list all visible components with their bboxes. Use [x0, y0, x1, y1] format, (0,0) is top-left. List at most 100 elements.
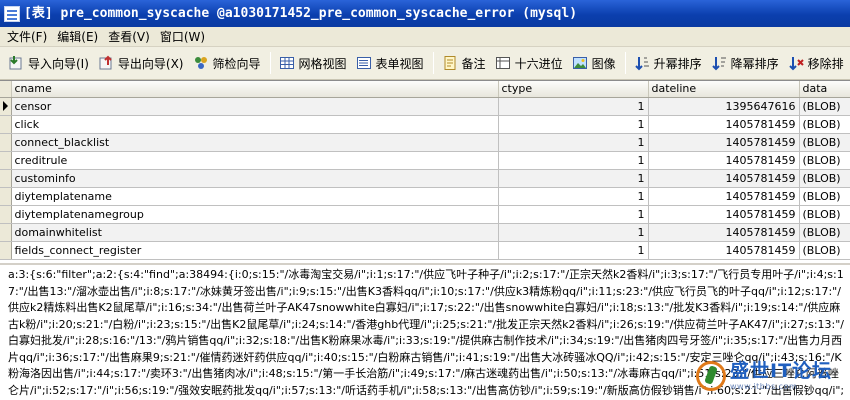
export-wizard-button[interactable]: 导出向导(X)	[94, 51, 188, 75]
cell-dateline[interactable]: 1405781459	[648, 169, 800, 188]
column-header-dateline[interactable]: dateline	[648, 81, 800, 98]
row-selector[interactable]	[0, 169, 12, 188]
cell-data[interactable]: (BLOB)	[799, 133, 850, 152]
sort-descending-button[interactable]: 降幂排序	[707, 51, 783, 75]
form-icon	[356, 55, 372, 71]
sort-descending-icon	[711, 55, 727, 71]
cell-cname[interactable]: censor	[11, 97, 499, 116]
table-row[interactable]: domainwhitelist 1 1405781459 (BLOB)	[0, 223, 850, 242]
cell-cname[interactable]: diytemplatename	[11, 187, 499, 206]
toolbar-separator	[624, 52, 626, 74]
row-selector-header	[0, 81, 12, 98]
row-selector[interactable]	[0, 115, 12, 134]
cell-cname[interactable]: custominfo	[11, 169, 499, 188]
window-title: [表] pre_common_syscache @a1030171452_pre…	[24, 6, 578, 21]
row-selector[interactable]	[0, 151, 12, 170]
cell-dateline[interactable]: 1405781459	[648, 241, 800, 260]
form-view-button[interactable]: 表单视图	[352, 51, 428, 75]
image-icon	[572, 55, 588, 71]
column-header-cname[interactable]: cname	[11, 81, 499, 98]
window-titlebar: [表] pre_common_syscache @a1030171452_pre…	[0, 0, 850, 27]
cell-dateline[interactable]: 1405781459	[648, 151, 800, 170]
filter-wizard-button[interactable]: 筛检向导	[189, 51, 265, 75]
cell-cname[interactable]: connect_blacklist	[11, 133, 499, 152]
row-selector[interactable]	[0, 223, 12, 242]
memo-text[interactable]: a:3:{s:6:"filter";a:2:{s:4:"find";a:3849…	[8, 267, 848, 400]
grid-icon	[279, 55, 295, 71]
table-row[interactable]: connect_blacklist 1 1405781459 (BLOB)	[0, 133, 850, 152]
cell-ctype[interactable]: 1	[498, 115, 649, 134]
cell-dateline[interactable]: 1405781459	[648, 205, 800, 224]
import-wizard-button[interactable]: 导入向导(I)	[4, 51, 93, 75]
table-row[interactable]: creditrule 1 1405781459 (BLOB)	[0, 151, 850, 170]
image-button[interactable]: 图像	[568, 51, 620, 75]
toolbar-separator	[432, 52, 434, 74]
table-row[interactable]: diytemplatenamegroup 1 1405781459 (BLOB)	[0, 205, 850, 224]
sort-descending-label: 降幂排序	[730, 56, 779, 71]
hex-button[interactable]: 十六进位	[491, 51, 567, 75]
cell-data[interactable]: (BLOB)	[799, 115, 850, 134]
cell-dateline[interactable]: 1405781459	[648, 223, 800, 242]
cell-data[interactable]: (BLOB)	[799, 97, 850, 116]
cell-ctype[interactable]: 1	[498, 187, 649, 206]
table-icon	[4, 5, 20, 22]
cell-ctype[interactable]: 1	[498, 241, 649, 260]
row-selector[interactable]	[0, 133, 12, 152]
cell-ctype[interactable]: 1	[498, 223, 649, 242]
row-selector[interactable]	[0, 97, 12, 116]
grid-view-label: 网格视图	[298, 56, 347, 71]
memo-text-panel[interactable]: a:3:{s:6:"filter";a:2:{s:4:"find";a:3849…	[0, 263, 850, 400]
hex-icon	[495, 55, 511, 71]
cell-ctype[interactable]: 1	[498, 151, 649, 170]
sort-ascending-label: 升幂排序	[653, 56, 702, 71]
cell-cname[interactable]: creditrule	[11, 151, 499, 170]
row-selector[interactable]	[0, 187, 12, 206]
import-wizard-label: 导入向导(I)	[28, 56, 89, 71]
memo-button[interactable]: 备注	[438, 51, 490, 75]
cell-cname[interactable]: diytemplatenamegroup	[11, 205, 499, 224]
cell-ctype[interactable]: 1	[498, 169, 649, 188]
row-selector[interactable]	[0, 241, 12, 260]
menu-file[interactable]: 文件(F)	[2, 27, 52, 47]
grid-view-button[interactable]: 网格视图	[275, 51, 351, 75]
cell-dateline[interactable]: 1395647616	[648, 97, 800, 116]
sort-ascending-button[interactable]: 升幂排序	[630, 51, 706, 75]
cell-data[interactable]: (BLOB)	[799, 151, 850, 170]
cell-data[interactable]: (BLOB)	[799, 187, 850, 206]
cell-cname[interactable]: fields_connect_register	[11, 241, 499, 260]
cell-ctype[interactable]: 1	[498, 133, 649, 152]
cell-data[interactable]: (BLOB)	[799, 205, 850, 224]
data-grid: cname ctype dateline data censor 1 13956…	[0, 80, 850, 260]
cell-data[interactable]: (BLOB)	[799, 223, 850, 242]
menu-view[interactable]: 查看(V)	[103, 27, 155, 47]
menu-window[interactable]: 窗口(W)	[155, 27, 210, 47]
cell-data[interactable]: (BLOB)	[799, 169, 850, 188]
menu-edit[interactable]: 编辑(E)	[52, 27, 103, 47]
memo-label: 备注	[461, 56, 486, 71]
column-header-data[interactable]: data	[799, 81, 850, 98]
column-header-ctype[interactable]: ctype	[498, 81, 649, 98]
table-row[interactable]: click 1 1405781459 (BLOB)	[0, 115, 850, 134]
remove-sort-label: 移除排	[807, 56, 844, 71]
current-row-arrow-icon	[3, 101, 8, 111]
cell-dateline[interactable]: 1405781459	[648, 133, 800, 152]
cell-data[interactable]: (BLOB)	[799, 241, 850, 260]
export-wizard-label: 导出向导(X)	[117, 56, 184, 71]
cell-cname[interactable]: click	[11, 115, 499, 134]
toolbar: 导入向导(I) 导出向导(X) 筛检向导 网格视图 表单视图 备注 十六进位 图…	[0, 47, 850, 80]
image-label: 图像	[591, 56, 616, 71]
cell-dateline[interactable]: 1405781459	[648, 115, 800, 134]
table-row[interactable]: diytemplatename 1 1405781459 (BLOB)	[0, 187, 850, 206]
cell-cname[interactable]: domainwhitelist	[11, 223, 499, 242]
table-row[interactable]: censor 1 1395647616 (BLOB)	[0, 97, 850, 116]
memo-icon	[442, 55, 458, 71]
table-row[interactable]: fields_connect_register 1 1405781459 (BL…	[0, 241, 850, 260]
row-selector[interactable]	[0, 205, 12, 224]
cell-ctype[interactable]: 1	[498, 97, 649, 116]
form-view-label: 表单视图	[375, 56, 424, 71]
remove-sort-button[interactable]: 移除排	[784, 51, 848, 75]
remove-sort-icon	[788, 55, 804, 71]
table-row[interactable]: custominfo 1 1405781459 (BLOB)	[0, 169, 850, 188]
cell-dateline[interactable]: 1405781459	[648, 187, 800, 206]
cell-ctype[interactable]: 1	[498, 205, 649, 224]
